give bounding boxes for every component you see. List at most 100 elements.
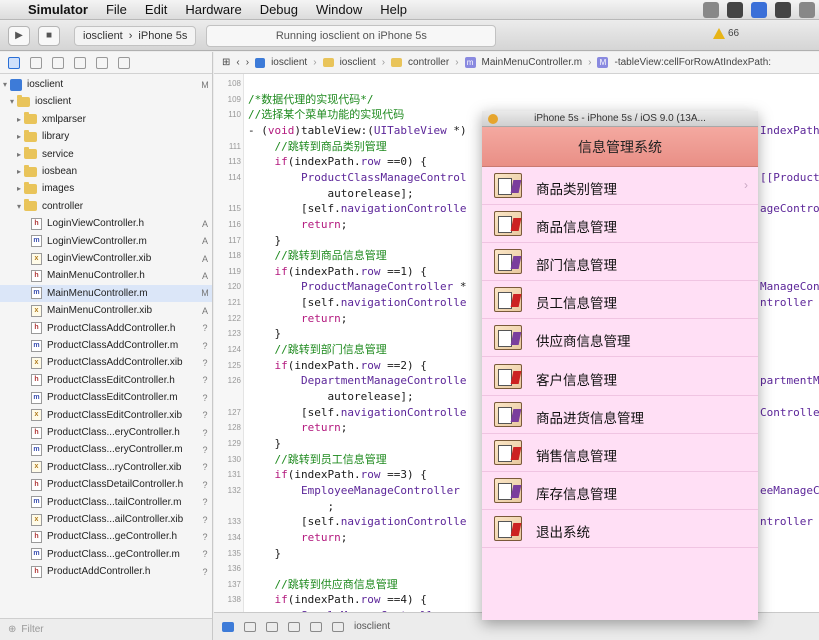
file-tree-item[interactable]: h LoginViewController.h A	[0, 215, 212, 232]
symbol-navigator-tab-icon[interactable]	[30, 56, 42, 69]
menu-list-item[interactable]: 库存信息管理	[482, 472, 758, 510]
file-tree-item[interactable]: m ProductClass...eryController.m?	[0, 441, 212, 458]
debug-navigator-tab-icon[interactable]	[118, 56, 130, 69]
file-tree-item-label: ProductClassDetailController.h	[47, 479, 184, 491]
file-tree-item[interactable]: x LoginViewController.xib A	[0, 250, 212, 267]
tray-window-icon[interactable]	[727, 2, 743, 18]
menu-list-item[interactable]: 退出系统	[482, 510, 758, 548]
scheme-selector[interactable]: iosclient › iPhone 5s	[74, 25, 197, 46]
code-token: [self.	[248, 405, 341, 419]
menu-list-item[interactable]: 供应商信息管理	[482, 319, 758, 358]
simulator-title-bar[interactable]: iPhone 5s - iPhone 5s / iOS 9.0 (13A...	[482, 111, 758, 127]
tray-bluetooth-icon[interactable]	[799, 2, 815, 18]
search-navigator-tab-icon[interactable]	[52, 56, 64, 69]
file-tree-item[interactable]: h ProductClass...geController.h?	[0, 528, 212, 545]
file-tree-item[interactable]: m ProductClassAddController.m?	[0, 337, 212, 354]
file-tree-item[interactable]: x ProductClassAddController.xib?	[0, 354, 212, 371]
file-tree-item[interactable]: ▸ images	[0, 180, 212, 197]
jumpbar-method[interactable]: -tableView:cellForRowAtIndexPath:	[614, 57, 771, 68]
code-text: DepartmentManageControlle	[248, 374, 467, 387]
menu-hardware[interactable]: Hardware	[185, 2, 241, 17]
menu-window[interactable]: Window	[316, 2, 362, 17]
file-tree-item[interactable]: x ProductClass...ailController.xib?	[0, 511, 212, 528]
file-tree-item[interactable]: m ProductClass...geController.m?	[0, 546, 212, 563]
stop-button[interactable]: ■	[38, 25, 60, 46]
menu-edit[interactable]: Edit	[145, 2, 167, 17]
tray-sync-icon[interactable]	[751, 2, 767, 18]
run-button[interactable]: ▶	[8, 25, 30, 46]
line-number: 134	[227, 532, 241, 542]
file-tree-item[interactable]: m LoginViewController.m A	[0, 233, 212, 250]
step-over-icon[interactable]	[288, 621, 300, 632]
device-name: iPhone 5s	[138, 29, 188, 42]
issue-navigator-tab-icon[interactable]	[74, 56, 86, 69]
debug-area-toggle-icon[interactable]	[222, 621, 234, 632]
disclosure-triangle-icon[interactable]: ▾	[14, 202, 24, 211]
file-tree-item[interactable]: ▸ library	[0, 128, 212, 145]
file-tree-item[interactable]: ▾ iosclient M	[0, 76, 212, 93]
code-text: return;	[248, 421, 347, 434]
menu-debug[interactable]: Debug	[260, 2, 298, 17]
window-control-icon[interactable]	[488, 114, 498, 124]
file-tree-item[interactable]: h ProductClassEditController.h?	[0, 372, 212, 389]
file-tree-item[interactable]: h ProductClassDetailController.h?	[0, 476, 212, 493]
jumpbar-folder[interactable]: controller	[408, 57, 449, 68]
disclosure-triangle-icon[interactable]: ▸	[14, 167, 24, 176]
disclosure-triangle-icon[interactable]: ▸	[14, 115, 24, 124]
file-tree-item[interactable]: x ProductClassEditController.xib?	[0, 407, 212, 424]
menu-simulator[interactable]: Simulator	[28, 2, 88, 17]
file-tree-item[interactable]: m ProductClass...tailController.m?	[0, 494, 212, 511]
disclosure-triangle-icon[interactable]: ▾	[0, 80, 10, 89]
file-tree-item[interactable]: h ProductClass...eryController.h?	[0, 424, 212, 441]
jumpbar-file[interactable]: MainMenuController.m	[482, 57, 583, 68]
project-navigator-tab-icon[interactable]	[8, 56, 20, 69]
warning-indicator[interactable]: 66	[713, 28, 739, 39]
activity-status: Running iosclient on iPhone 5s	[206, 24, 497, 47]
menu-list-item[interactable]: 商品进货信息管理	[482, 396, 758, 434]
back-icon[interactable]: ‹	[236, 57, 239, 68]
file-tree-item[interactable]: x MainMenuController.xib A	[0, 302, 212, 319]
tray-media-icon[interactable]	[775, 2, 791, 18]
file-tree-item[interactable]: h ProductAddController.h?	[0, 563, 212, 580]
file-tree-item[interactable]: x ProductClass...ryController.xib?	[0, 459, 212, 476]
step-into-icon[interactable]	[310, 621, 322, 632]
file-tree-item[interactable]: ▾ iosclient	[0, 93, 212, 110]
forward-icon[interactable]: ›	[246, 57, 249, 68]
disclosure-triangle-icon[interactable]: ▸	[14, 150, 24, 159]
file-tree-item-label: images	[42, 183, 75, 195]
code-line[interactable]: 108	[214, 77, 819, 90]
file-tree-item[interactable]: m MainMenuController.m M	[0, 284, 212, 302]
location-icon[interactable]	[332, 621, 344, 632]
menu-list-item[interactable]: 部门信息管理	[482, 243, 758, 282]
code-token: return	[248, 421, 341, 435]
file-tree-item[interactable]: ▸ xmlparser	[0, 111, 212, 128]
file-tree-item[interactable]: ▸ iosbean	[0, 163, 212, 180]
breakpoints-icon[interactable]	[244, 621, 256, 632]
disclosure-triangle-icon[interactable]: ▾	[7, 97, 17, 106]
code-line[interactable]: 109 /*数据代理的实现代码*/	[214, 93, 819, 106]
menu-list-item[interactable]: 销售信息管理	[482, 434, 758, 472]
disclosure-triangle-icon[interactable]: ▸	[14, 184, 24, 193]
test-navigator-tab-icon[interactable]	[96, 56, 108, 69]
file-tree-item[interactable]: h MainMenuController.h A	[0, 267, 212, 284]
menu-help[interactable]: Help	[380, 2, 407, 17]
disclosure-triangle-icon[interactable]: ▸	[14, 132, 24, 141]
menu-list-item[interactable]: 客户信息管理	[482, 358, 758, 396]
menu-list-item[interactable]: 商品类别管理 ›	[482, 167, 758, 205]
file-tree-item[interactable]: m ProductClassEditController.m?	[0, 389, 212, 406]
tray-app-icon[interactable]	[703, 2, 719, 18]
file-tree-item[interactable]: ▸ service	[0, 146, 212, 163]
scm-status-badge: ?	[202, 323, 208, 334]
navigator-filter[interactable]: ⊕ Filter	[0, 618, 212, 640]
menu-list-item[interactable]: 员工信息管理	[482, 281, 758, 320]
menu-file[interactable]: File	[106, 2, 127, 17]
jumpbar-group[interactable]: iosclient	[340, 57, 376, 68]
file-tree-item[interactable]: ▾ controller	[0, 198, 212, 215]
code-text: [self.navigationControlle	[248, 202, 467, 215]
pause-icon[interactable]	[266, 621, 278, 632]
file-tree-item[interactable]: h ProductClassAddController.h?	[0, 320, 212, 337]
menu-list-item[interactable]: 商品信息管理	[482, 205, 758, 244]
project-icon	[10, 78, 22, 91]
related-items-icon[interactable]: ⊞	[222, 57, 230, 68]
jumpbar-project[interactable]: iosclient	[271, 57, 307, 68]
